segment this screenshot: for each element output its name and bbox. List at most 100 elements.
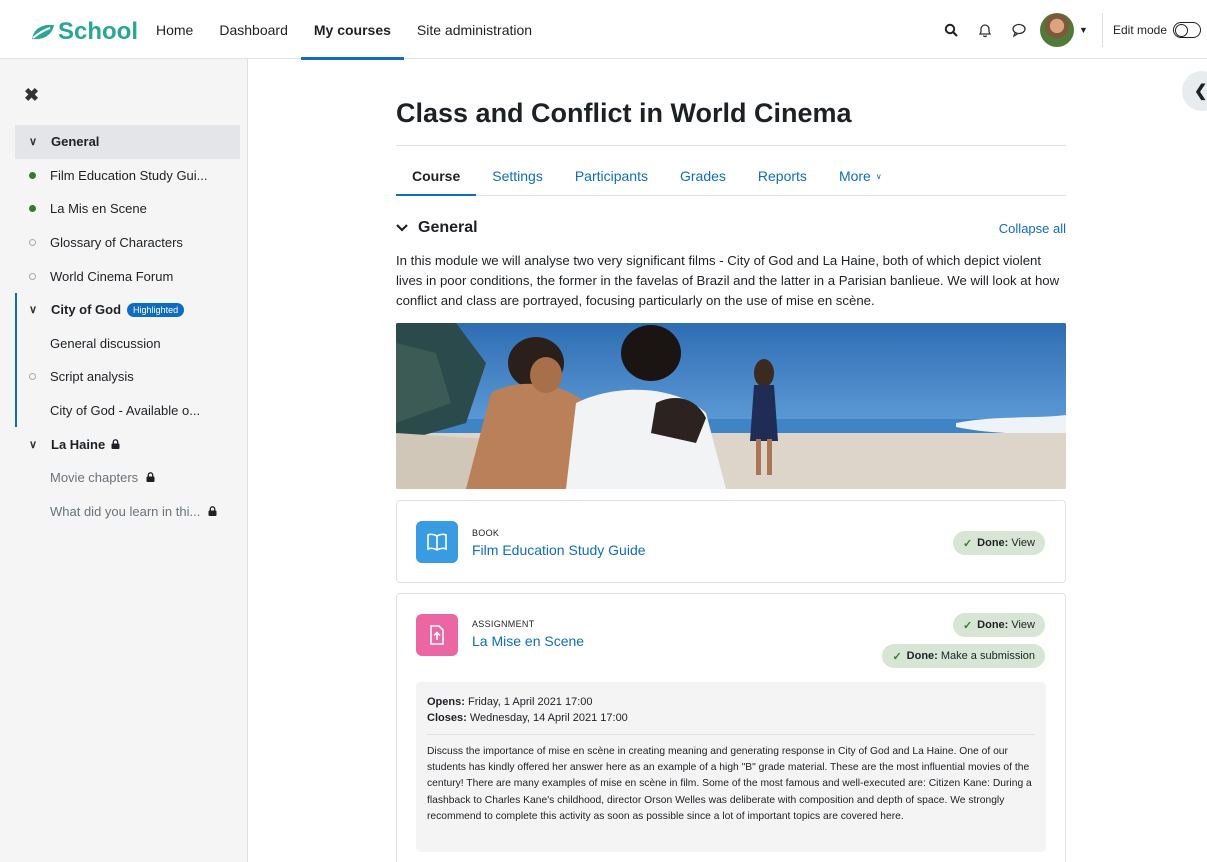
divider <box>396 145 1066 146</box>
index-activity[interactable]: La Mis en Scene <box>15 192 240 226</box>
brand-logo[interactable]: School <box>30 18 138 46</box>
section-label: La Haine <box>51 436 106 452</box>
user-menu[interactable]: ▼ <box>1040 12 1088 47</box>
activity-label: La Mis en Scene <box>50 201 147 217</box>
activity-label: Glossary of Characters <box>50 235 183 251</box>
avatar <box>1040 12 1075 47</box>
primary-nav: Home Dashboard My courses Site administr… <box>143 0 545 60</box>
course-index-drawer: ✖ ∨ General Film Education Study Gui... … <box>0 59 248 862</box>
activity-description: Discuss the importance of mise en scène … <box>427 746 1032 822</box>
chevron-down-icon[interactable]: ∨ <box>29 135 43 148</box>
activity-label: World Cinema Forum <box>50 268 174 284</box>
activity-label: What did you learn in thi... <box>50 503 201 519</box>
chevron-down-icon[interactable]: ∨ <box>29 438 43 451</box>
tab-settings[interactable]: Settings <box>476 162 559 195</box>
completion-done-icon <box>29 205 36 213</box>
divider <box>1101 12 1103 47</box>
completion-todo-icon <box>29 239 36 247</box>
done-label: Done: <box>906 650 938 662</box>
section-banner-image <box>396 323 1066 489</box>
opens-value: Friday, 1 April 2021 17:00 <box>467 696 593 708</box>
index-activity[interactable]: Script analysis <box>15 360 240 394</box>
edit-mode-control: Edit mode <box>1112 21 1201 38</box>
completion-status-badge: ✓ Done: Make a submission <box>882 644 1045 668</box>
chevron-down-icon[interactable] <box>396 221 408 235</box>
nav-site-administration[interactable]: Site administration <box>404 0 545 59</box>
tab-grades[interactable]: Grades <box>664 162 742 195</box>
open-block-drawer-button[interactable]: ❮ <box>1182 71 1207 111</box>
nav-home[interactable]: Home <box>143 0 206 59</box>
chevron-down-icon: ∨ <box>875 172 882 181</box>
close-drawer-icon[interactable]: ✖ <box>24 85 39 106</box>
chat-icon[interactable] <box>1002 13 1036 47</box>
bell-icon[interactable] <box>968 13 1002 47</box>
completion-done-icon <box>29 171 36 179</box>
chevron-down-icon[interactable]: ∨ <box>29 303 43 316</box>
index-activity[interactable]: Movie chapters <box>15 461 240 495</box>
done-label: Done: <box>977 537 1009 549</box>
activity-type-label: ASSIGNMENT <box>472 619 535 629</box>
opens-date: Opens: Friday, 1 April 2021 17:00 <box>427 694 1035 710</box>
activity-label: Script analysis <box>50 369 134 385</box>
activity-card-assignment: ASSIGNMENT La Mise en Scene ✓ Done: View… <box>396 593 1066 862</box>
book-icon[interactable] <box>416 521 458 563</box>
index-activity[interactable]: What did you learn in thi... <box>15 495 240 529</box>
completion-status-badge: ✓ Done: View <box>952 531 1045 555</box>
lock-icon <box>146 470 155 485</box>
activity-dates-and-description: Opens: Friday, 1 April 2021 17:00 Closes… <box>416 682 1046 852</box>
index-activity[interactable]: Film Education Study Gui... <box>15 159 240 193</box>
activity-link[interactable]: La Mise en Scene <box>472 633 584 649</box>
tab-reports[interactable]: Reports <box>742 162 823 195</box>
section-label: City of God <box>51 302 122 318</box>
closes-value: Wednesday, 14 April 2021 17:00 <box>469 712 628 724</box>
tab-more-label: More <box>838 168 871 184</box>
divider <box>427 734 1035 735</box>
done-label: Done: <box>977 619 1009 631</box>
tab-more[interactable]: More ∨ <box>823 162 898 195</box>
edit-mode-toggle[interactable] <box>1173 21 1201 38</box>
activity-card-book: BOOK Film Education Study Guide ✓ Done: … <box>396 500 1066 583</box>
section-summary: In this module we will analyse two very … <box>396 253 1060 308</box>
index-activity[interactable]: General discussion <box>15 326 240 361</box>
check-icon: ✓ <box>962 619 973 632</box>
search-icon[interactable] <box>934 13 968 47</box>
done-text: View <box>1011 537 1035 549</box>
leaf-logo-icon <box>32 24 54 40</box>
section-title-text: General <box>418 219 478 236</box>
top-navbar: School Home Dashboard My courses Site ad… <box>0 0 1207 60</box>
activity-type-label: BOOK <box>472 528 500 538</box>
lock-icon <box>208 504 217 519</box>
lock-icon <box>111 437 120 452</box>
chevron-left-icon: ❮ <box>1194 83 1207 100</box>
chevron-down-icon: ▼ <box>1079 24 1088 35</box>
done-text: View <box>1011 619 1035 631</box>
activity-label: Film Education Study Gui... <box>50 167 208 183</box>
nav-dashboard[interactable]: Dashboard <box>206 0 301 59</box>
closes-label: Closes: <box>427 712 467 724</box>
section-title[interactable]: General <box>396 219 478 237</box>
index-activity[interactable]: City of God - Available o... <box>15 393 240 428</box>
completion-status-badge: ✓ Done: View <box>952 613 1045 637</box>
course-index: ∨ General Film Education Study Gui... La… <box>15 125 240 528</box>
tab-participants[interactable]: Participants <box>559 162 664 195</box>
section-header: General Collapse all <box>396 219 1066 237</box>
index-section-general[interactable]: ∨ General <box>15 125 240 159</box>
index-activity[interactable]: World Cinema Forum <box>15 259 240 293</box>
index-section-la-haine[interactable]: ∨ La Haine <box>15 427 240 461</box>
completion-todo-icon <box>29 272 36 280</box>
page-title: Class and Conflict in World Cinema <box>396 98 852 128</box>
collapse-all-link[interactable]: Collapse all <box>999 221 1066 236</box>
index-activity[interactable]: Glossary of Characters <box>15 226 240 260</box>
activity-label: Movie chapters <box>50 470 139 486</box>
check-icon: ✓ <box>962 537 973 550</box>
index-section-city-of-god[interactable]: ∨ City of God Highlighted <box>15 292 240 327</box>
opens-label: Opens: <box>427 696 465 708</box>
activity-link[interactable]: Film Education Study Guide <box>472 542 646 558</box>
assignment-upload-icon[interactable] <box>416 614 458 656</box>
beach-scene-illustration <box>396 323 1066 489</box>
tab-course[interactable]: Course <box>396 162 477 196</box>
nav-my-courses[interactable]: My courses <box>300 0 404 60</box>
app-window: School Home Dashboard My courses Site ad… <box>0 0 1207 862</box>
activity-label: City of God - Available o... <box>50 403 201 419</box>
edit-mode-label: Edit mode <box>1112 22 1167 37</box>
